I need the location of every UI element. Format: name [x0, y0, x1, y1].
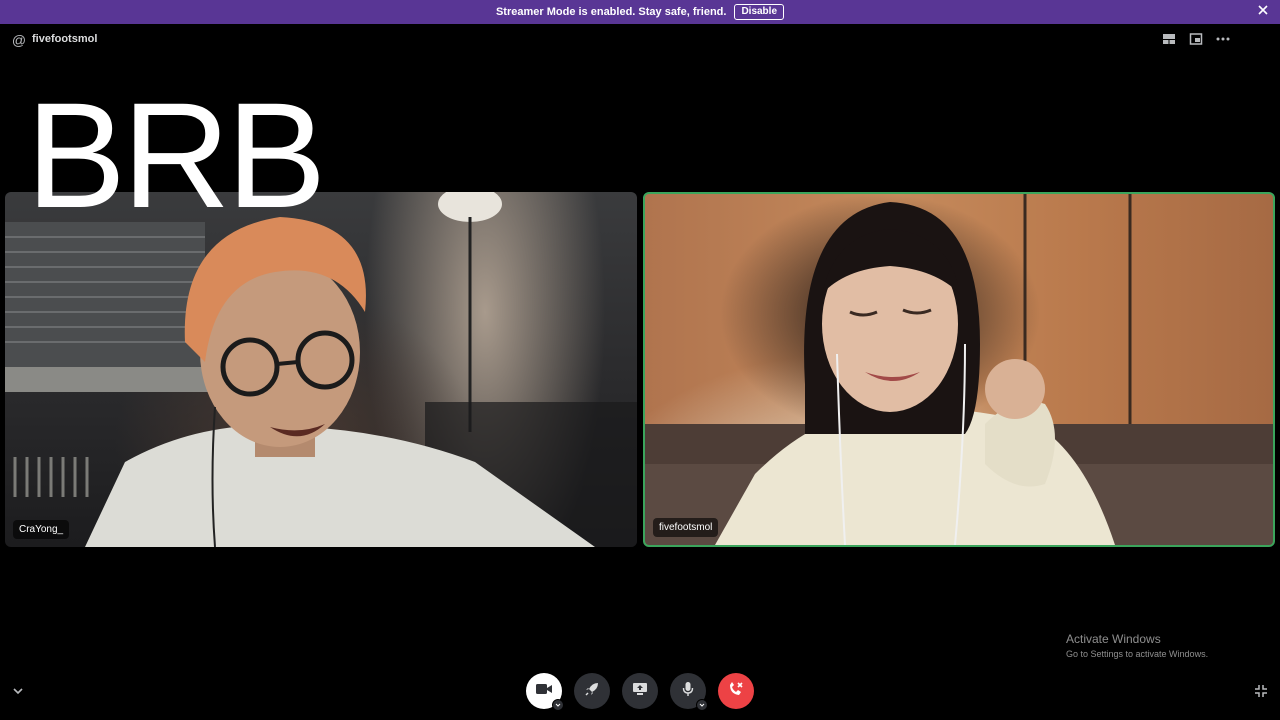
chevron-down-icon[interactable] — [12, 684, 26, 698]
camera-button[interactable] — [526, 673, 564, 711]
popout-icon[interactable] — [1189, 32, 1205, 48]
participant-name-tag: CraYong_ — [13, 520, 70, 539]
windows-activation-watermark: Activate Windows Go to Settings to activ… — [1066, 632, 1208, 659]
hang-up-icon — [727, 681, 745, 702]
disable-streamer-mode-button[interactable]: Disable — [734, 4, 785, 20]
microphone-icon — [682, 681, 694, 702]
video-feed-image — [645, 194, 1273, 545]
watermark-subtitle: Go to Settings to activate Windows. — [1066, 649, 1209, 659]
watermark-title: Activate Windows — [1066, 632, 1161, 646]
exit-fullscreen-icon[interactable] — [1254, 684, 1268, 698]
grid-layout-icon[interactable] — [1162, 32, 1178, 48]
brb-overlay-text: BRB — [26, 71, 326, 239]
voice-call-window: Streamer Mode is enabled. Stay safe, fri… — [0, 0, 1280, 720]
disconnect-button[interactable] — [718, 673, 754, 709]
banner-message: Streamer Mode is enabled. Stay safe, fri… — [495, 6, 727, 18]
video-tile-fivefootsmol[interactable]: fivefootsmol — [643, 192, 1275, 547]
camera-icon — [535, 682, 553, 701]
activity-button[interactable] — [574, 673, 610, 709]
streamer-mode-banner: Streamer Mode is enabled. Stay safe, fri… — [0, 0, 1280, 24]
video-tile-crayong[interactable]: CraYong_ — [5, 192, 637, 547]
rocket-icon — [584, 681, 600, 702]
microphone-options-caret[interactable] — [696, 699, 708, 711]
close-icon[interactable] — [1256, 4, 1270, 18]
more-icon[interactable] — [1215, 32, 1231, 48]
screen-share-button[interactable] — [622, 673, 658, 709]
microphone-button[interactable] — [670, 673, 708, 711]
call-header: @ fivefootsmol — [0, 26, 1280, 54]
channel-name: fivefootsmol — [32, 33, 98, 45]
participant-name-tag: fivefootsmol — [653, 518, 719, 537]
video-feed-image — [5, 192, 637, 547]
at-icon: @ — [11, 32, 27, 48]
camera-options-caret[interactable] — [552, 699, 564, 711]
screen-share-icon — [632, 682, 648, 701]
